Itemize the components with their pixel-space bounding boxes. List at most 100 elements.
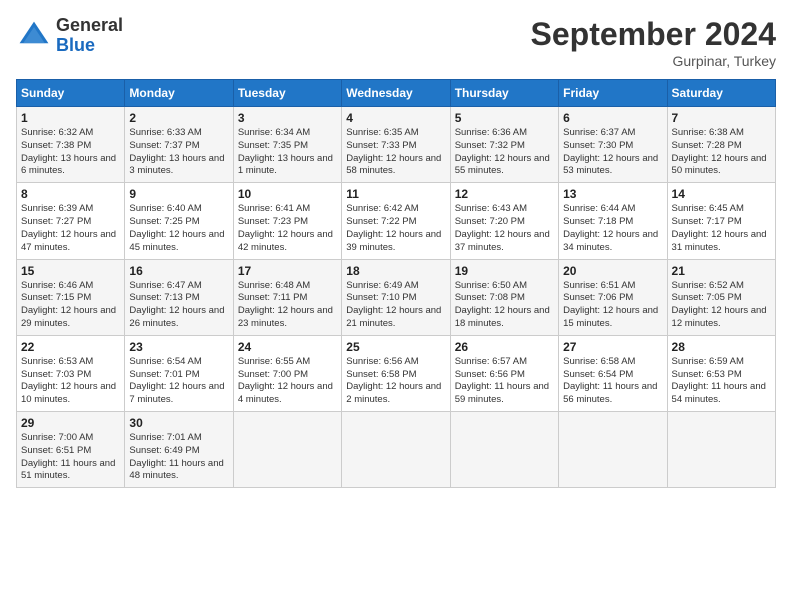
header: General Blue September 2024 Gurpinar, Tu… <box>16 16 776 69</box>
calendar-table: SundayMondayTuesdayWednesdayThursdayFrid… <box>16 79 776 488</box>
day-cell: 7Sunrise: 6:38 AMSunset: 7:28 PMDaylight… <box>667 107 775 183</box>
day-header-friday: Friday <box>559 80 667 107</box>
day-cell <box>559 412 667 488</box>
page: General Blue September 2024 Gurpinar, Tu… <box>0 0 792 612</box>
title-block: September 2024 Gurpinar, Turkey <box>531 16 776 69</box>
day-cell: 1 Sunrise: 6:32 AMSunset: 7:38 PMDaylight… <box>17 107 125 183</box>
day-header-tuesday: Tuesday <box>233 80 341 107</box>
day-cell: 12 Sunrise: 6:43 AMSunset: 7:20 PMDayligh… <box>450 183 558 259</box>
day-number: 7 <box>672 111 771 125</box>
day-cell: 26Sunrise: 6:57 AMSunset: 6:56 PMDayligh… <box>450 335 558 411</box>
week-row-3: 15Sunrise: 6:46 AMSunset: 7:15 PMDayligh… <box>17 259 776 335</box>
day-info: Sunrise: 6:43 AMSunset: 7:20 PMDaylight:… <box>455 203 554 254</box>
logo-text: General Blue <box>56 16 123 56</box>
day-info: Sunrise: 6:47 AMSunset: 7:13 PMDaylight:… <box>129 280 228 331</box>
day-cell: 23Sunrise: 6:54 AMSunset: 7:01 PMDayligh… <box>125 335 233 411</box>
day-info: Sunrise: 6:49 AMSunset: 7:10 PMDaylight:… <box>346 280 445 331</box>
day-cell: 20Sunrise: 6:51 AMSunset: 7:06 PMDayligh… <box>559 259 667 335</box>
day-info: Sunrise: 6:40 AMSunset: 7:25 PMDaylight:… <box>129 203 228 254</box>
day-number: 14 <box>672 187 771 201</box>
day-info: Sunrise: 6:37 AMSunset: 7:30 PMDaylight:… <box>563 127 662 178</box>
day-cell: 24Sunrise: 6:55 AMSunset: 7:00 PMDayligh… <box>233 335 341 411</box>
day-header-sunday: Sunday <box>17 80 125 107</box>
week-row-5: 29Sunrise: 7:00 AMSunset: 6:51 PMDayligh… <box>17 412 776 488</box>
day-info: Sunrise: 6:56 AMSunset: 6:58 PMDaylight:… <box>346 356 445 407</box>
day-cell: 16 Sunrise: 6:47 AMSunset: 7:13 PMDayligh… <box>125 259 233 335</box>
day-cell <box>233 412 341 488</box>
day-number: 25 <box>346 340 445 354</box>
day-number: 6 <box>563 111 662 125</box>
day-cell: 17Sunrise: 6:48 AMSunset: 7:11 PMDayligh… <box>233 259 341 335</box>
day-cell: 10Sunrise: 6:41 AMSunset: 7:23 PMDayligh… <box>233 183 341 259</box>
day-number: 4 <box>346 111 445 125</box>
day-info: Sunrise: 6:58 AMSunset: 6:54 PMDaylight:… <box>563 356 662 407</box>
day-number: 26 <box>455 340 554 354</box>
day-number: 21 <box>672 264 771 278</box>
day-info: Sunrise: 6:52 AMSunset: 7:05 PMDaylight:… <box>672 280 771 331</box>
calendar-body: 1 Sunrise: 6:32 AMSunset: 7:38 PMDaylight… <box>17 107 776 488</box>
day-info: Sunrise: 6:39 AMSunset: 7:27 PMDaylight:… <box>21 203 120 254</box>
day-info: Sunrise: 6:33 AMSunset: 7:37 PMDaylight:… <box>129 127 228 178</box>
day-info: Sunrise: 6:32 AMSunset: 7:38 PMDaylight:… <box>21 127 120 178</box>
day-cell: 28 Sunrise: 6:59 AMSunset: 6:53 PMDayligh… <box>667 335 775 411</box>
day-cell <box>450 412 558 488</box>
week-row-1: 1 Sunrise: 6:32 AMSunset: 7:38 PMDaylight… <box>17 107 776 183</box>
day-number: 3 <box>238 111 337 125</box>
day-number: 30 <box>129 416 228 430</box>
day-cell: 27Sunrise: 6:58 AMSunset: 6:54 PMDayligh… <box>559 335 667 411</box>
day-cell: 6 Sunrise: 6:37 AMSunset: 7:30 PMDaylight… <box>559 107 667 183</box>
day-number: 16 <box>129 264 228 278</box>
day-number: 2 <box>129 111 228 125</box>
day-cell: 3 Sunrise: 6:34 AMSunset: 7:35 PMDaylight… <box>233 107 341 183</box>
day-header-wednesday: Wednesday <box>342 80 450 107</box>
logo: General Blue <box>16 16 123 56</box>
day-cell: 2 Sunrise: 6:33 AMSunset: 7:37 PMDaylight… <box>125 107 233 183</box>
day-info: Sunrise: 6:59 AMSunset: 6:53 PMDaylight:… <box>672 356 771 407</box>
day-info: Sunrise: 6:53 AMSunset: 7:03 PMDaylight:… <box>21 356 120 407</box>
day-number: 22 <box>21 340 120 354</box>
day-number: 11 <box>346 187 445 201</box>
day-cell: 29Sunrise: 7:00 AMSunset: 6:51 PMDayligh… <box>17 412 125 488</box>
day-number: 9 <box>129 187 228 201</box>
day-info: Sunrise: 6:42 AMSunset: 7:22 PMDaylight:… <box>346 203 445 254</box>
day-cell: 5 Sunrise: 6:36 AMSunset: 7:32 PMDaylight… <box>450 107 558 183</box>
day-header-saturday: Saturday <box>667 80 775 107</box>
day-info: Sunrise: 6:34 AMSunset: 7:35 PMDaylight:… <box>238 127 337 178</box>
logo-general-text: General <box>56 16 123 36</box>
location: Gurpinar, Turkey <box>531 53 776 69</box>
logo-icon <box>16 18 52 54</box>
day-info: Sunrise: 6:41 AMSunset: 7:23 PMDaylight:… <box>238 203 337 254</box>
header-row: SundayMondayTuesdayWednesdayThursdayFrid… <box>17 80 776 107</box>
day-number: 5 <box>455 111 554 125</box>
day-number: 13 <box>563 187 662 201</box>
day-number: 8 <box>21 187 120 201</box>
day-info: Sunrise: 6:45 AMSunset: 7:17 PMDaylight:… <box>672 203 771 254</box>
day-cell: 11 Sunrise: 6:42 AMSunset: 7:22 PMDayligh… <box>342 183 450 259</box>
calendar-header: SundayMondayTuesdayWednesdayThursdayFrid… <box>17 80 776 107</box>
day-cell: 22 Sunrise: 6:53 AMSunset: 7:03 PMDayligh… <box>17 335 125 411</box>
day-info: Sunrise: 6:51 AMSunset: 7:06 PMDaylight:… <box>563 280 662 331</box>
day-number: 15 <box>21 264 120 278</box>
day-cell: 13 Sunrise: 6:44 AMSunset: 7:18 PMDayligh… <box>559 183 667 259</box>
day-number: 19 <box>455 264 554 278</box>
day-cell: 25 Sunrise: 6:56 AMSunset: 6:58 PMDayligh… <box>342 335 450 411</box>
day-number: 28 <box>672 340 771 354</box>
day-info: Sunrise: 6:44 AMSunset: 7:18 PMDaylight:… <box>563 203 662 254</box>
day-cell: 4Sunrise: 6:35 AMSunset: 7:33 PMDaylight… <box>342 107 450 183</box>
day-info: Sunrise: 6:36 AMSunset: 7:32 PMDaylight:… <box>455 127 554 178</box>
day-cell: 9 Sunrise: 6:40 AMSunset: 7:25 PMDaylight… <box>125 183 233 259</box>
day-cell: 14 Sunrise: 6:45 AMSunset: 7:17 PMDayligh… <box>667 183 775 259</box>
day-cell: 15Sunrise: 6:46 AMSunset: 7:15 PMDayligh… <box>17 259 125 335</box>
day-number: 23 <box>129 340 228 354</box>
day-number: 1 <box>21 111 120 125</box>
week-row-2: 8 Sunrise: 6:39 AMSunset: 7:27 PMDaylight… <box>17 183 776 259</box>
day-number: 18 <box>346 264 445 278</box>
week-row-4: 22 Sunrise: 6:53 AMSunset: 7:03 PMDayligh… <box>17 335 776 411</box>
day-cell: 8 Sunrise: 6:39 AMSunset: 7:27 PMDaylight… <box>17 183 125 259</box>
day-cell: 19Sunrise: 6:50 AMSunset: 7:08 PMDayligh… <box>450 259 558 335</box>
day-header-monday: Monday <box>125 80 233 107</box>
day-cell <box>667 412 775 488</box>
day-number: 12 <box>455 187 554 201</box>
day-cell: 30Sunrise: 7:01 AMSunset: 6:49 PMDayligh… <box>125 412 233 488</box>
day-number: 24 <box>238 340 337 354</box>
